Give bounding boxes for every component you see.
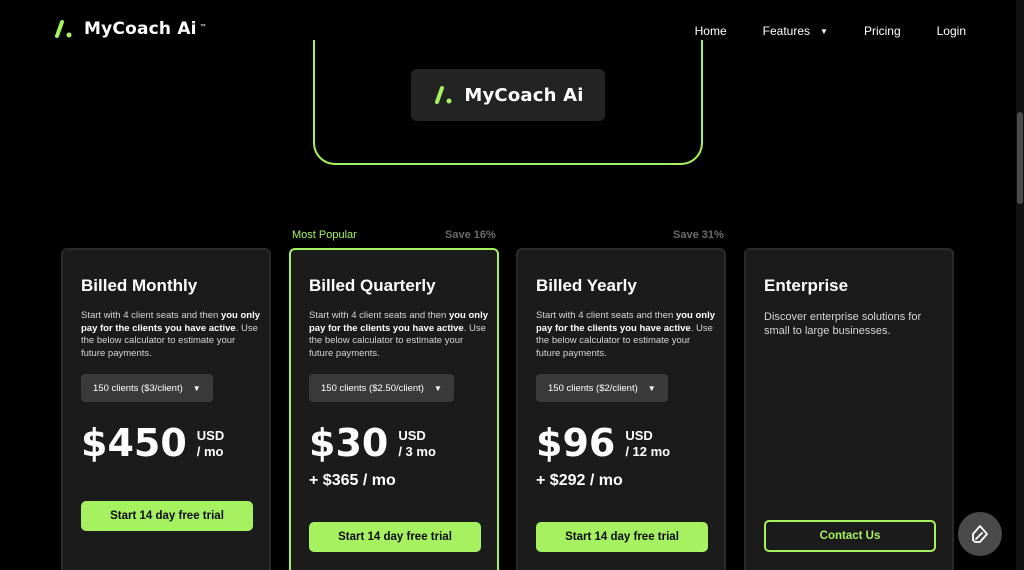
plan-title: Billed Yearly: [536, 276, 637, 295]
plan-description: Discover enterprise solutions for small …: [764, 311, 922, 337]
chat-icon: [972, 525, 988, 543]
contact-us-button[interactable]: Contact Us: [764, 520, 936, 552]
brand-logo[interactable]: MyCoach Ai ™: [52, 18, 206, 40]
addon-price: + $292 / mo: [536, 472, 623, 489]
select-value: 150 clients ($3/client): [93, 382, 183, 394]
brand-name: MyCoach Ai: [84, 19, 197, 39]
nav-login-label: Login: [936, 24, 966, 38]
price: $450 USD / mo: [81, 422, 224, 464]
caret-down-icon: ▼: [647, 383, 656, 393]
client-count-select[interactable]: 150 clients ($2/client) ▼: [536, 374, 668, 402]
nav-features-label: Features: [762, 24, 811, 38]
phone-preview-name: MyCoach Ai: [464, 84, 584, 106]
scrollbar-track[interactable]: [1016, 0, 1024, 570]
nav-home[interactable]: Home: [695, 24, 727, 38]
save-31-badge: Save 31%: [673, 229, 724, 241]
select-value: 150 clients ($2.50/client): [321, 382, 424, 394]
nav-pricing[interactable]: Pricing: [864, 24, 901, 38]
start-trial-button[interactable]: Start 14 day free trial: [309, 522, 481, 552]
plan-card-quarterly: Billed Quarterly Start with 4 client sea…: [289, 248, 499, 570]
phone-preview-logo: MyCoach Ai: [411, 69, 605, 121]
price: $96 USD/ 12 mo: [536, 422, 670, 464]
logo-mark-icon: [435, 86, 452, 104]
caret-down-icon: ▼: [192, 383, 201, 393]
main-nav: Home Features ▼ Pricing Login: [659, 24, 966, 38]
plan-description: Start with 4 client seats and then you o…: [536, 310, 716, 359]
plan-description: Start with 4 client seats and then you o…: [81, 310, 261, 359]
caret-down-icon: ▼: [433, 383, 442, 393]
price-unit: USD/ 12 mo: [625, 428, 671, 459]
price-unit: USD/ 3 mo: [398, 428, 436, 459]
nav-login[interactable]: Login: [937, 24, 966, 38]
save-16-badge: Save 16%: [445, 229, 496, 241]
nav-home-label: Home: [694, 24, 727, 38]
chat-button[interactable]: [958, 512, 1002, 556]
most-popular-label: Most Popular: [292, 229, 357, 241]
plan-title: Billed Quarterly: [309, 276, 436, 295]
plan-description: Start with 4 client seats and then you o…: [309, 310, 489, 359]
logo-mark-icon: [55, 20, 72, 38]
price: $30 USD/ 3 mo: [309, 422, 436, 464]
nav-pricing-label: Pricing: [863, 24, 901, 38]
trademark: ™: [199, 24, 206, 30]
plan-title: Billed Monthly: [81, 276, 198, 295]
nav-features[interactable]: Features ▼: [763, 24, 828, 38]
addon-price: + $365 / mo: [309, 472, 396, 489]
price-amount: $30: [309, 421, 389, 465]
select-value: 150 clients ($2/client): [548, 382, 638, 394]
client-count-select[interactable]: 150 clients ($2.50/client) ▼: [309, 374, 454, 402]
price-amount: $96: [536, 421, 616, 465]
client-count-select[interactable]: 150 clients ($3/client) ▼: [81, 374, 213, 402]
plan-card-monthly: Billed Monthly Start with 4 client seats…: [61, 248, 271, 570]
plan-card-yearly: Billed Yearly Start with 4 client seats …: [516, 248, 726, 570]
start-trial-button[interactable]: Start 14 day free trial: [536, 522, 708, 552]
scrollbar-thumb[interactable]: [1017, 112, 1023, 204]
caret-down-icon: ▼: [820, 26, 828, 36]
plan-card-enterprise: Enterprise Discover enterprise solutions…: [744, 248, 954, 570]
price-unit: USD / mo: [196, 428, 225, 459]
plan-title: Enterprise: [764, 276, 849, 295]
start-trial-button[interactable]: Start 14 day free trial: [81, 501, 253, 531]
price-amount: $450: [81, 421, 187, 465]
